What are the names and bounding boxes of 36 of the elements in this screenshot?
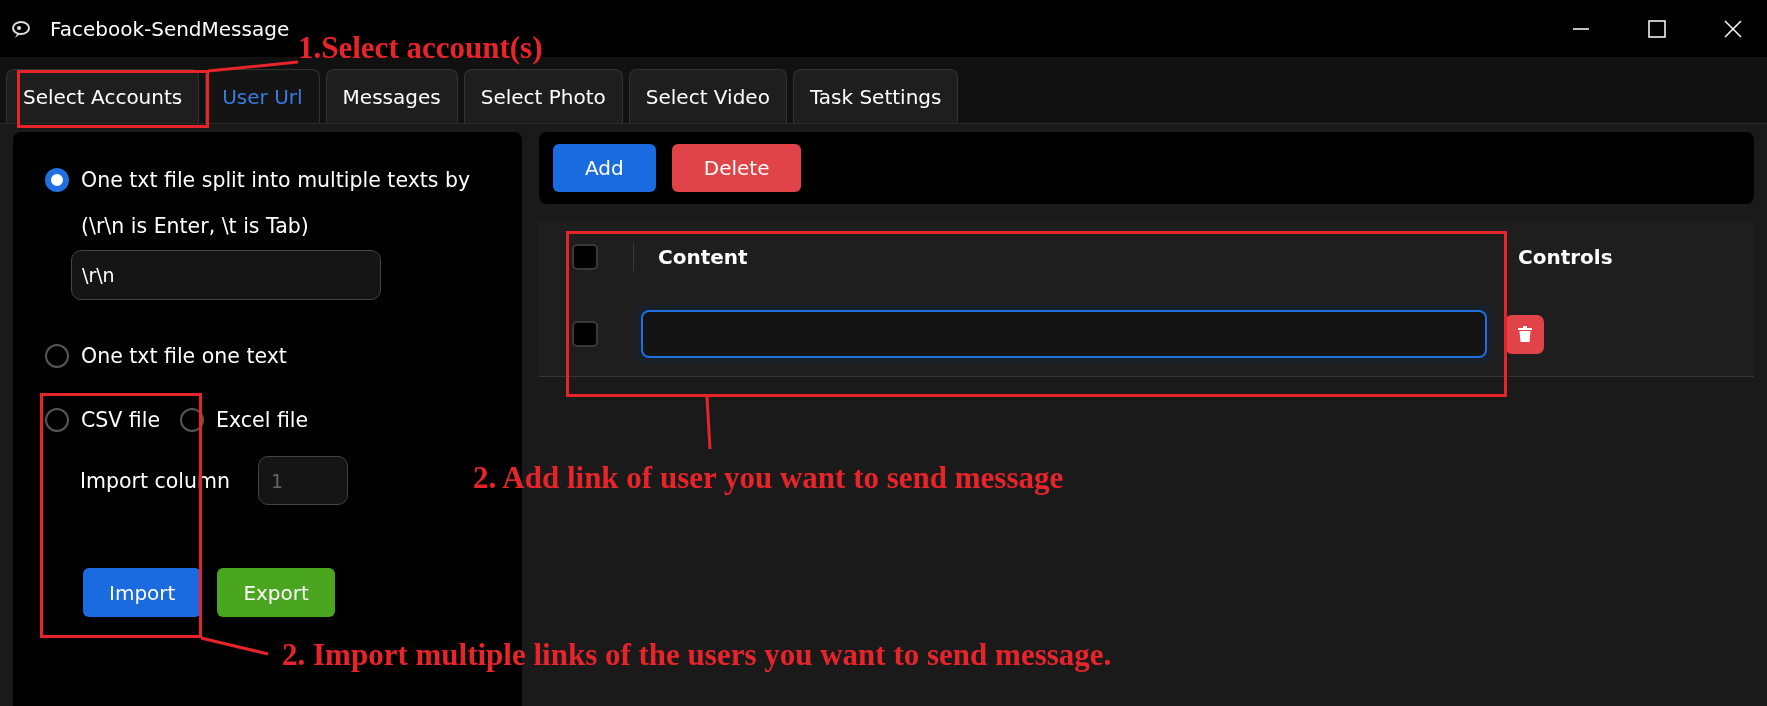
maximize-icon[interactable] bbox=[1648, 19, 1666, 38]
tab[interactable]: Task Settings bbox=[792, 69, 959, 123]
radio-button[interactable] bbox=[180, 408, 205, 432]
select-all-checkbox[interactable] bbox=[572, 243, 598, 270]
delete-button[interactable] bbox=[1505, 314, 1544, 354]
trash-icon bbox=[1517, 326, 1532, 342]
leader-line bbox=[200, 636, 269, 656]
app-logo-icon bbox=[11, 18, 31, 39]
separator-field[interactable]: \r\n bbox=[71, 250, 381, 300]
tab[interactable]: Select Video bbox=[628, 69, 787, 123]
close-icon[interactable] bbox=[1724, 19, 1742, 38]
window-title: Facebook-SendMessage bbox=[50, 16, 290, 41]
column-header: Content bbox=[658, 244, 749, 269]
leader-line bbox=[705, 396, 712, 450]
option-label: Excel file bbox=[216, 408, 309, 432]
import-column-field[interactable]: 1 bbox=[258, 456, 349, 505]
annotation-text: 2. Add link of user you want to send message bbox=[473, 460, 1064, 496]
radio-button[interactable] bbox=[45, 168, 69, 192]
row-checkbox[interactable] bbox=[572, 321, 598, 347]
action-button[interactable]: Delete bbox=[671, 144, 802, 192]
option-label: CSV file bbox=[81, 408, 161, 432]
option-label: One txt file one text bbox=[81, 344, 287, 368]
action-button[interactable]: Import bbox=[83, 568, 202, 617]
radio-button[interactable] bbox=[45, 344, 69, 368]
option-label: One txt file split into multiple texts by bbox=[81, 168, 471, 192]
radio-button[interactable] bbox=[45, 408, 69, 432]
action-button[interactable]: Add bbox=[553, 144, 656, 192]
tab[interactable]: Messages bbox=[325, 69, 458, 123]
tab[interactable]: Select Photo bbox=[463, 69, 623, 123]
content-field[interactable] bbox=[641, 310, 1487, 358]
hint-text: (\r\n is Enter, \t is Tab) bbox=[81, 214, 310, 238]
tab[interactable]: User Url bbox=[205, 69, 320, 123]
annotation-text: 2. Import multiple links of the users you want to send message. bbox=[282, 637, 1112, 673]
tab[interactable]: Select Accounts bbox=[6, 69, 200, 123]
column-header: Controls bbox=[1518, 244, 1613, 269]
annotation-text: 1.Select account(s) bbox=[298, 30, 543, 66]
